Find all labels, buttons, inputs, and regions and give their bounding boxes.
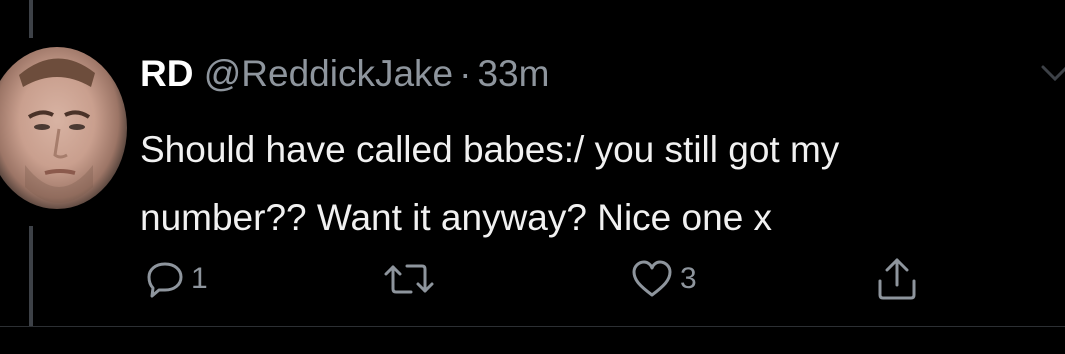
like-count: 3 — [680, 262, 697, 295]
retweet-button[interactable] — [383, 258, 441, 300]
time-separator: · — [459, 53, 472, 94]
tweet-header: RD @ReddickJake · 33m — [140, 52, 549, 96]
retweet-icon — [384, 264, 434, 294]
tweet-menu-button[interactable] — [1040, 62, 1065, 86]
bottom-strip — [0, 327, 1065, 354]
share-icon — [878, 258, 916, 300]
comment-bubble-icon — [147, 262, 183, 298]
tweet-text-line-2: number?? Want it anyway? Nice one x — [140, 197, 773, 238]
author-handle[interactable]: @ReddickJake — [204, 53, 453, 94]
thread-line-top — [29, 0, 33, 38]
reply-count: 1 — [191, 262, 208, 295]
tweet-timestamp[interactable]: 33m — [477, 53, 549, 94]
heart-icon — [632, 260, 672, 297]
tweet-text-line-1: Should have called babes:/ you still got… — [140, 129, 840, 170]
chevron-down-icon — [1041, 65, 1065, 82]
reply-button[interactable]: 1 — [145, 258, 208, 300]
thread-line-bottom — [29, 226, 33, 326]
tweet-body: Should have called babes:/ you still got… — [140, 116, 1065, 252]
share-button[interactable] — [874, 258, 920, 300]
like-button[interactable]: 3 — [630, 258, 697, 300]
author-name[interactable]: RD — [140, 53, 193, 94]
avatar-face-illustration — [19, 58, 95, 203]
avatar[interactable] — [0, 47, 127, 209]
